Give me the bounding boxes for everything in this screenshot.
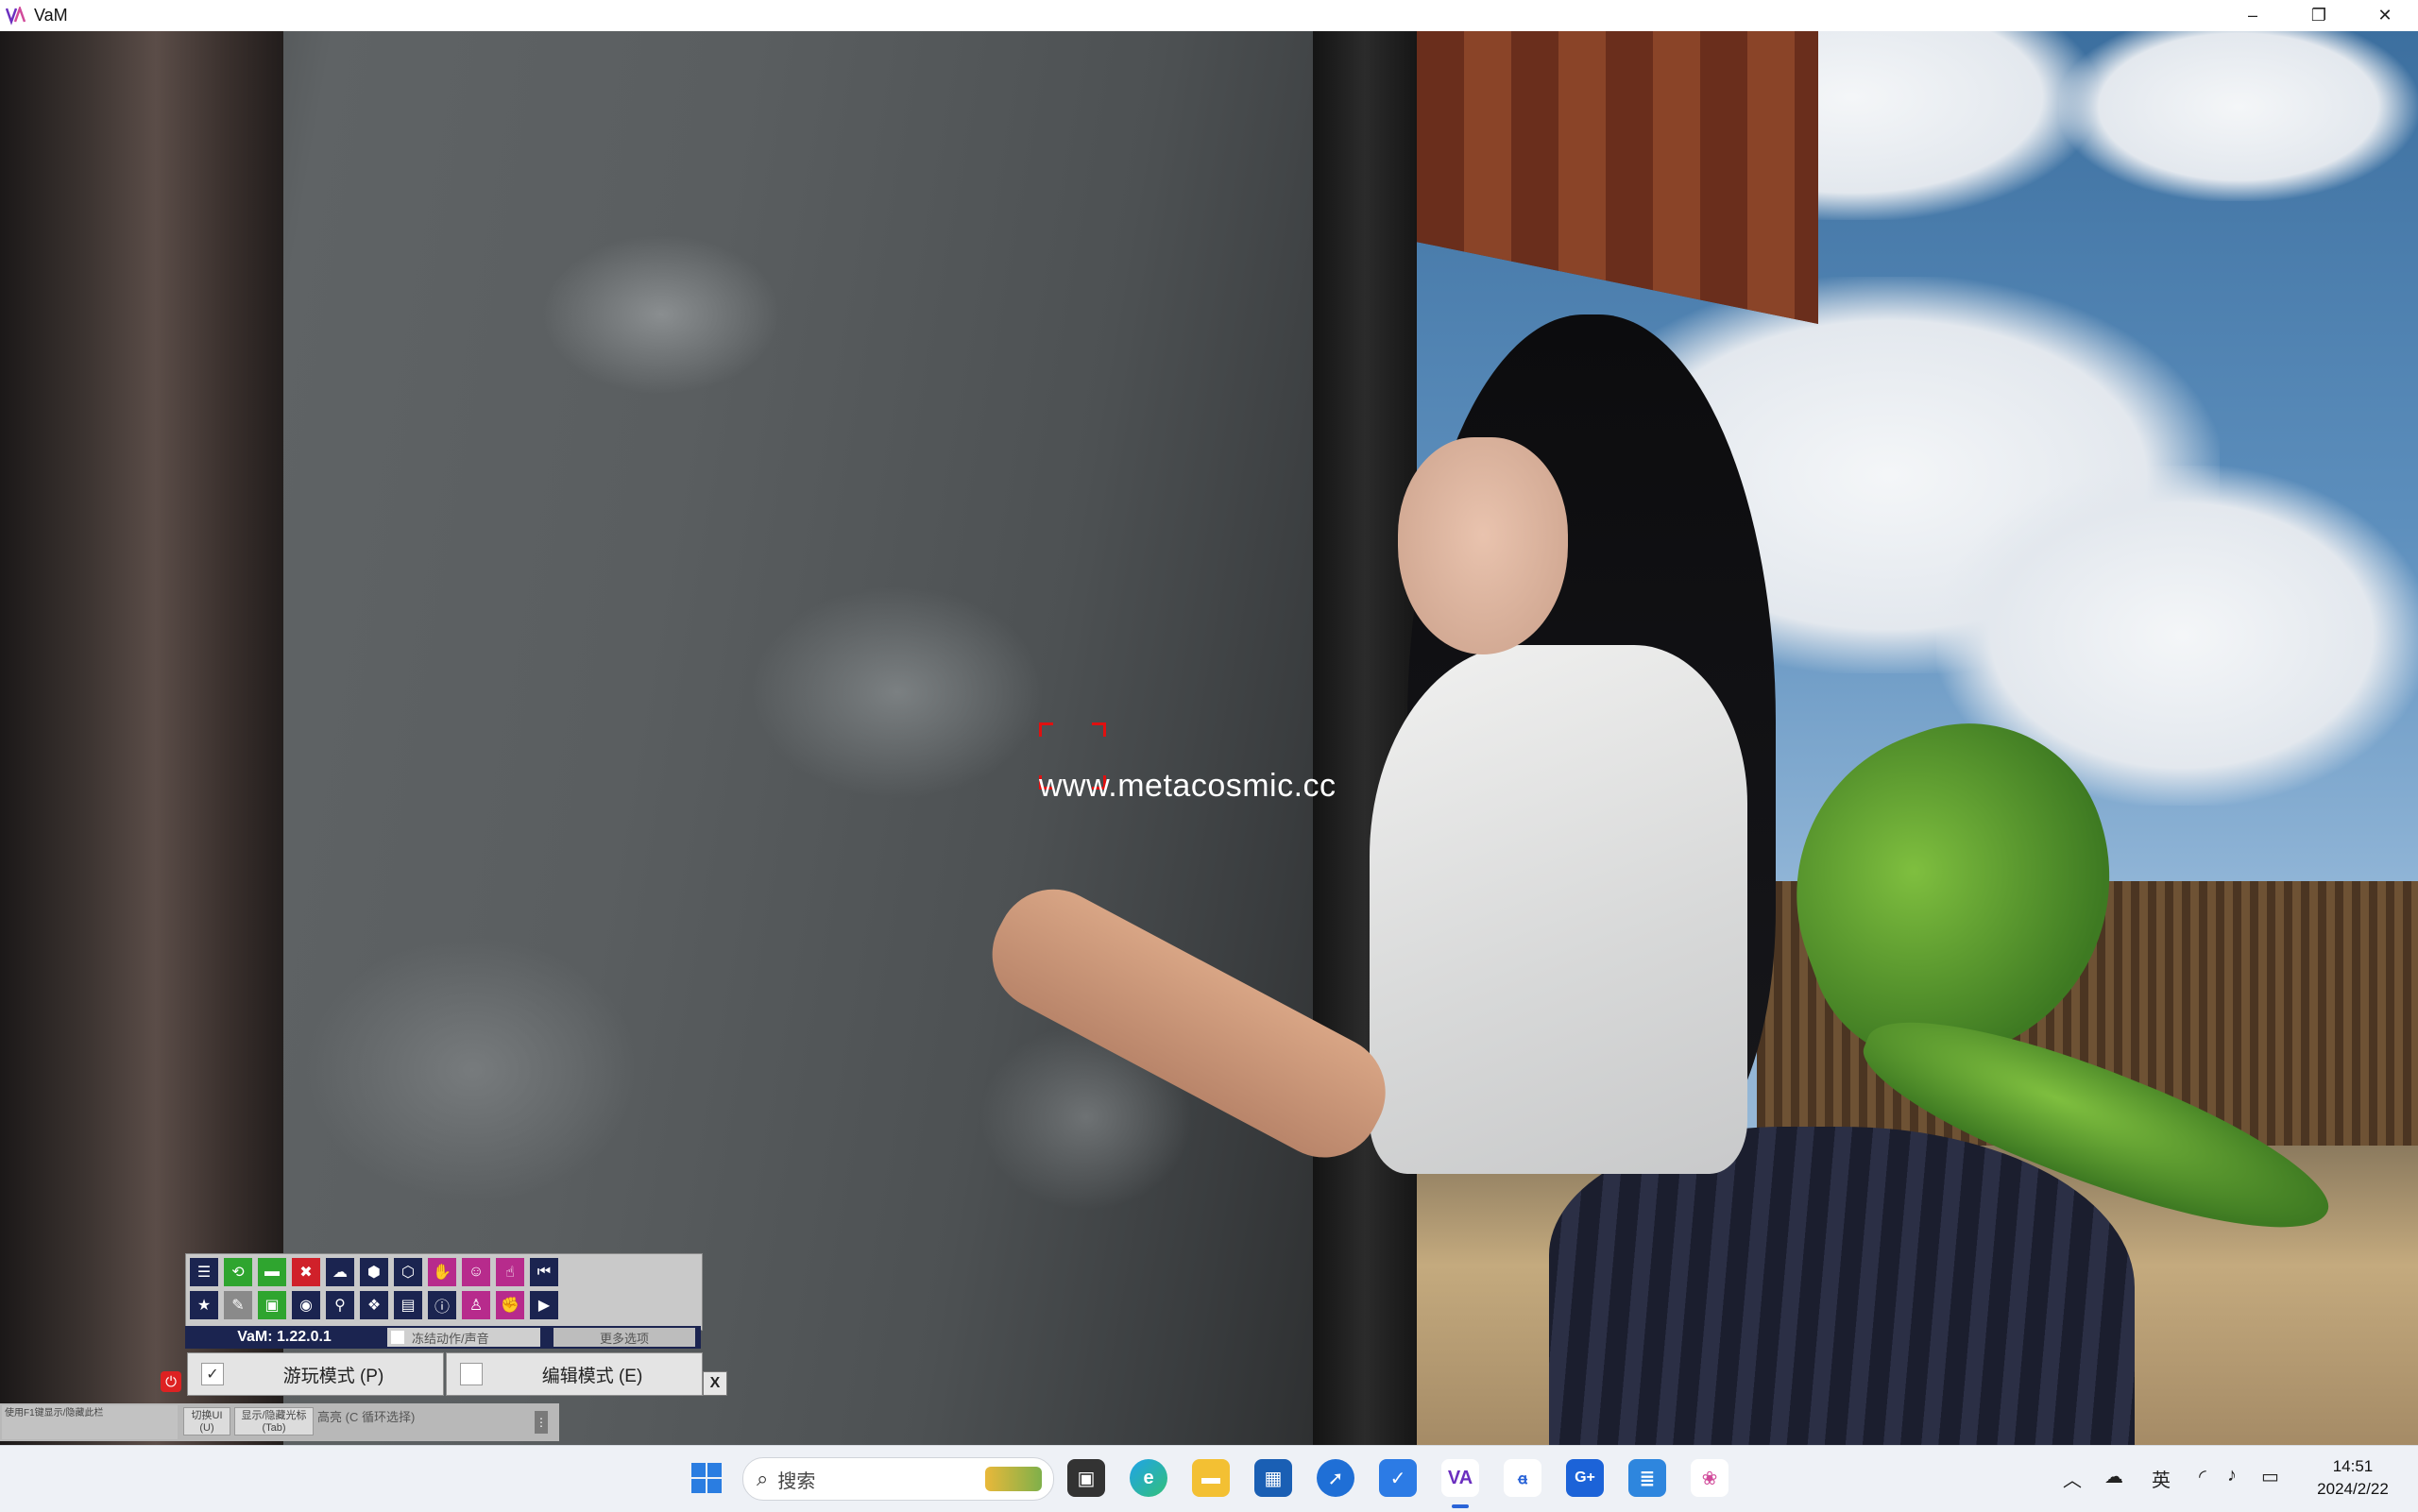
toggle-cursor-button[interactable]: 显示/隐藏光标 (Tab) [234,1407,314,1436]
search-highlight-icon [985,1467,1042,1491]
freeze-label: 冻结动作/声音 [412,1331,489,1346]
app-icon[interactable]: ꬰ [1504,1459,1541,1497]
search-icon: ⌕ [757,1467,769,1490]
play-mode-label: 游玩模式 (P) [282,1366,384,1386]
close-window-button[interactable]: ✕ [2352,0,2418,31]
wifi-icon[interactable]: ◜ [2199,1465,2206,1488]
play-mode-button[interactable]: ✓ 游玩模式 (P) [187,1352,444,1396]
volume-icon[interactable]: ♪ [2227,1465,2237,1487]
maximize-button[interactable]: ❐ [2286,0,2352,31]
watermark-text: www.metacosmic.cc [1039,768,1337,804]
open-icon[interactable]: ✎ [224,1291,252,1319]
edit-mode-button[interactable]: 编辑模式 (E) [446,1352,703,1396]
target-corner [1039,722,1053,737]
play-icon[interactable]: ▶ [530,1291,558,1319]
wooden-pillar [0,31,283,1445]
freeze-checkbox[interactable] [391,1331,404,1344]
character-skirt [1549,1127,2135,1445]
store-icon[interactable]: ▦ [1254,1459,1292,1497]
hint-bar: 使用F1键显示/隐藏此栏 切换UI (U) 显示/隐藏光标 (Tab) 高亮 (… [0,1403,559,1441]
vam-logo-icon [6,6,26,25]
notepad-icon[interactable]: ≣ [1628,1459,1666,1497]
rewind-icon[interactable]: ⏮ [530,1258,558,1286]
battery-icon[interactable]: ▭ [2261,1465,2279,1488]
screenshot-folder-icon[interactable]: ▣ [258,1291,286,1319]
clock-time: 14:51 [2332,1457,2374,1475]
ime-indicator[interactable]: 英 [2152,1465,2171,1492]
start-button[interactable] [688,1459,725,1497]
user-icon[interactable]: ♙ [462,1291,490,1319]
freeze-motion-toggle[interactable]: 冻结动作/声音 [387,1328,540,1347]
app-icon[interactable]: G+ [1566,1459,1604,1497]
power-button[interactable]: ⏻ [161,1371,181,1392]
star-icon[interactable]: ★ [190,1291,218,1319]
file-explorer-icon[interactable]: ▬ [1192,1459,1230,1497]
play-mode-checkbox[interactable]: ✓ [201,1363,224,1385]
pointer-icon[interactable]: ☝ [496,1258,524,1286]
onedrive-icon[interactable]: ☁ [2104,1465,2123,1488]
task-view-icon[interactable]: ▣ [1067,1459,1105,1497]
window-titlebar: VaM [0,0,2418,31]
window-title: VaM [34,6,68,25]
delete-icon[interactable]: ✖ [292,1258,320,1286]
character-face [1398,437,1568,654]
edit-mode-label: 编辑模式 (E) [541,1366,643,1386]
windows-logo-icon [691,1463,722,1493]
app-icon[interactable]: ✓ [1379,1459,1417,1497]
more-options-button[interactable]: 更多选项 [553,1328,695,1347]
info-icon[interactable]: ⓘ [428,1291,456,1319]
toggle-ui-button[interactable]: 切换UI (U) [183,1407,230,1436]
packages-icon[interactable]: ⬡ [394,1258,422,1286]
toolbar-grid: ☰ ⟲ ▬ ✖ ☁ ⬢ ⬡ ✋ ☺ ☝ ⏮ ★ ✎ ▣ ◉ ⚲ ❖ ▤ ⓘ ♙ ✊ ▶ [190,1258,562,1322]
vam-icon[interactable]: VA [1441,1459,1479,1497]
upload-icon[interactable]: ☁ [326,1258,354,1286]
close-panel-button[interactable]: X [703,1371,727,1396]
vam-toolbar-panel: ☰ ⟲ ▬ ✖ ☁ ⬢ ⬡ ✋ ☺ ☝ ⏮ ★ ✎ ▣ ◉ ⚲ ❖ ▤ ⓘ ♙ ✊ ▶ [185,1253,703,1331]
grab-icon[interactable]: ✊ [496,1291,524,1319]
roof-tiles [1417,31,1818,324]
version-label: VaM: 1.22.0.1 [237,1329,332,1345]
taskbar: ⌕ 搜索 ▣ e ▬ ▦ ➚ ✓ VA ꬰ G+ ≣ ❀ ︿ ☁ 英 ◜ ♪ ▭… [0,1445,2418,1512]
clock-date: 2024/2/22 [2317,1480,2389,1498]
edge-icon[interactable]: e [1130,1459,1167,1497]
taskbar-search[interactable]: ⌕ 搜索 [742,1457,1054,1501]
menu-icon[interactable]: ☰ [190,1258,218,1286]
nodes-icon[interactable]: ⚲ [326,1291,354,1319]
character-shirt [1370,645,1747,1174]
load-scene-icon[interactable]: ⟲ [224,1258,252,1286]
camera-icon[interactable]: ◉ [292,1291,320,1319]
hand-icon[interactable]: ✋ [428,1258,456,1286]
target-corner [1092,722,1106,737]
taskbar-clock[interactable]: 14:51 2024/2/22 [2301,1455,2405,1501]
package-icon[interactable]: ⬢ [360,1258,388,1286]
app-icon[interactable]: ➚ [1317,1459,1354,1497]
hint-f1-text: 使用F1键显示/隐藏此栏 [2,1405,178,1439]
gift-icon[interactable]: ❖ [360,1291,388,1319]
hint-menu-button[interactable]: ⋮ [535,1411,548,1434]
person-icon[interactable]: ☺ [462,1258,490,1286]
folder-icon[interactable]: ▬ [258,1258,286,1286]
cloud [2059,31,2418,201]
vam-status-bar: VaM: 1.22.0.1 冻结动作/声音 更多选项 [185,1326,701,1349]
highlight-hint: 高亮 (C 循环选择) [317,1410,416,1424]
edit-mode-checkbox[interactable] [460,1363,483,1385]
minimize-button[interactable]: – [2220,0,2286,31]
active-app-indicator [1452,1504,1469,1508]
show-hidden-icons[interactable]: ︿ [2063,1465,2082,1492]
document-icon[interactable]: ▤ [394,1291,422,1319]
app-icon[interactable]: ❀ [1691,1459,1728,1497]
search-placeholder: 搜索 [777,1470,816,1492]
scene-viewport[interactable]: www.metacosmic.cc [0,31,2418,1445]
